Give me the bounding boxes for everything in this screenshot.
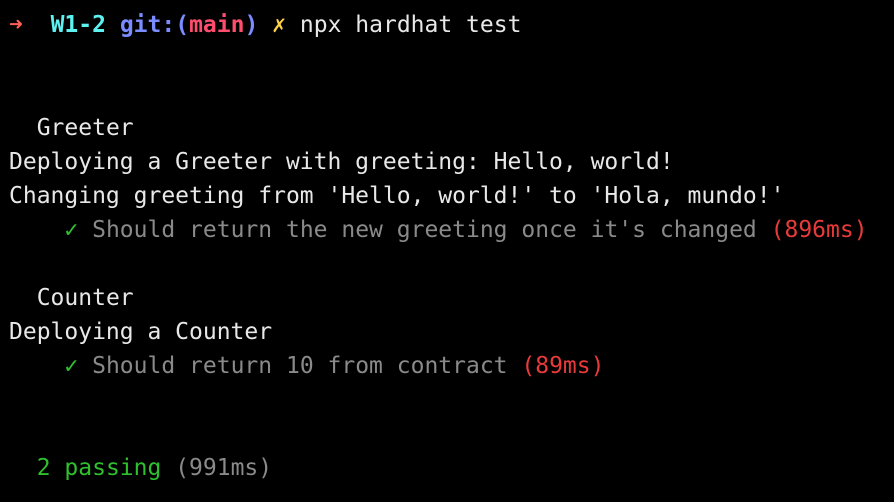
- prompt-command: npx hardhat test: [299, 12, 522, 38]
- check-icon: ✓: [64, 353, 79, 379]
- test-duration: (896ms): [770, 217, 868, 243]
- suite-title: Counter: [9, 281, 134, 315]
- prompt-arrow-icon: ➜: [9, 12, 23, 38]
- console-log-text: Deploying a Greeter with greeting: Hello…: [9, 149, 674, 175]
- test-result-line: ✓ Should return the new greeting once it…: [9, 213, 868, 247]
- prompt-git-branch: main: [189, 12, 245, 38]
- summary-duration: (991ms): [175, 455, 273, 481]
- console-log-line: Deploying a Counter: [9, 315, 272, 349]
- suite-title-text: Greeter: [36, 115, 134, 141]
- test-name: Should return the new greeting once it's…: [92, 217, 757, 243]
- test-duration: (89ms): [521, 353, 605, 379]
- suite-title: Greeter: [9, 111, 134, 145]
- console-log-text: Changing greeting from 'Hello, world!' t…: [9, 183, 785, 209]
- summary-line: 2 passing (991ms): [9, 451, 272, 485]
- suite-title-text: Counter: [36, 285, 134, 311]
- console-log-text: Deploying a Counter: [9, 319, 273, 345]
- console-log-line: Changing greeting from 'Hello, world!' t…: [9, 179, 784, 213]
- test-name: Should return 10 from contract: [92, 353, 508, 379]
- test-result-line: ✓ Should return 10 from contract (89ms): [9, 349, 604, 383]
- prompt-git-label: git:(: [119, 12, 190, 38]
- console-log-line: Deploying a Greeter with greeting: Hello…: [9, 145, 674, 179]
- prompt-git-close: ): [244, 12, 259, 38]
- check-icon: ✓: [64, 217, 79, 243]
- prompt-directory: W1-2: [50, 12, 106, 38]
- passing-count: 2 passing: [36, 455, 162, 481]
- shell-prompt-line: ➜ W1-2 git:(main) ✗ npx hardhat test: [9, 8, 521, 42]
- prompt-dirty-icon: ✗: [272, 12, 287, 38]
